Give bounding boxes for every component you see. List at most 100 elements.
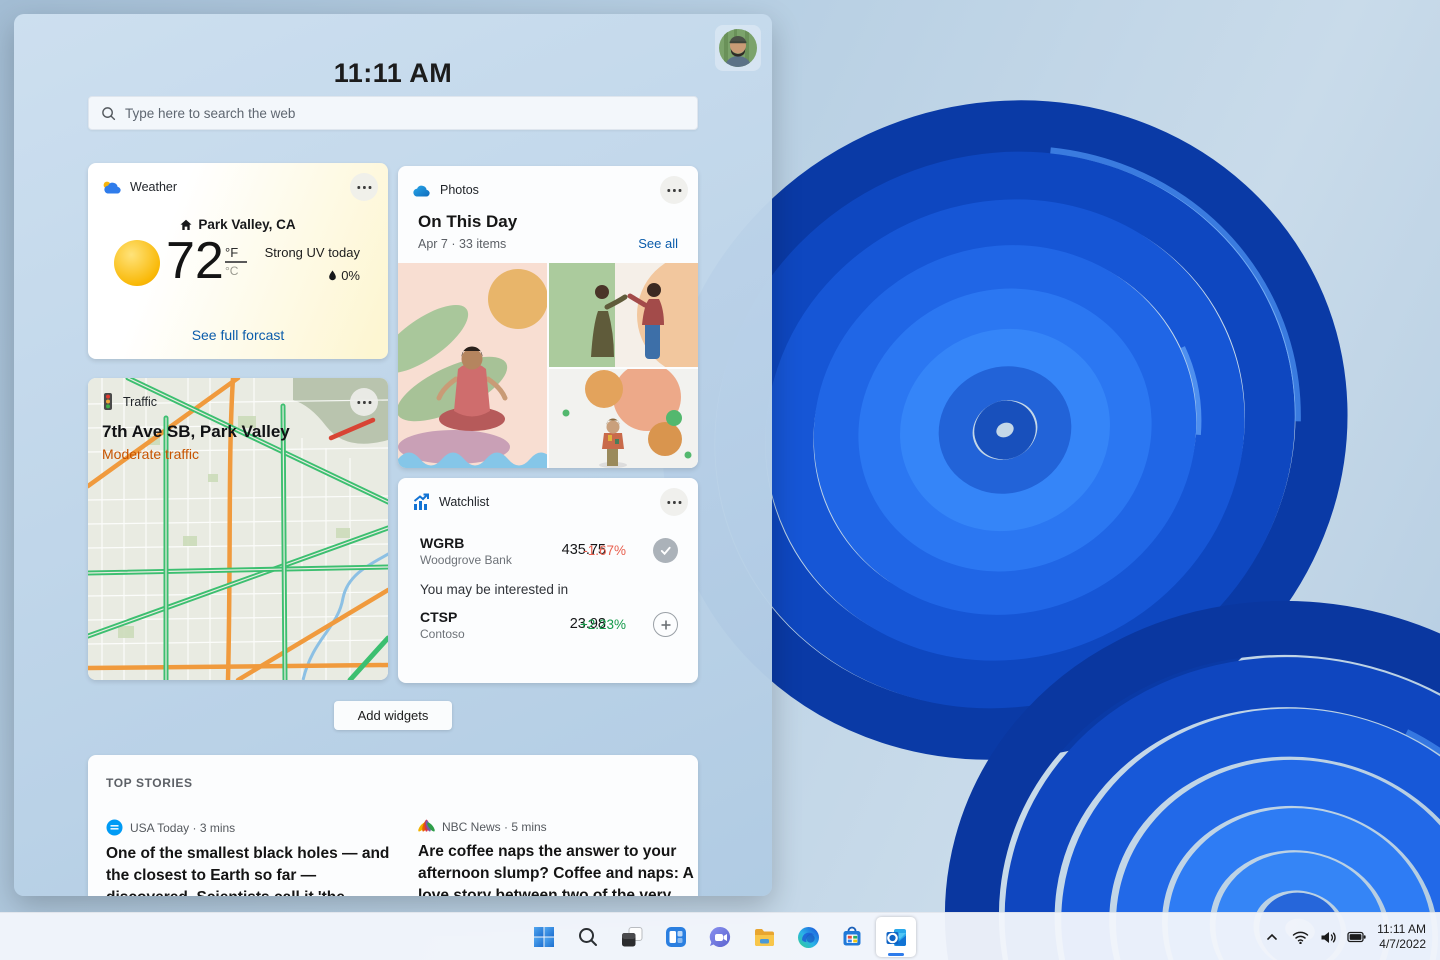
web-search-bar[interactable] [88, 96, 698, 130]
start-button[interactable] [524, 917, 564, 957]
weather-title: Weather [130, 180, 177, 194]
watchlist-added-button[interactable] [653, 538, 678, 563]
more-options-icon [356, 401, 372, 404]
task-view-button[interactable] [612, 917, 652, 957]
photos-grid[interactable] [398, 263, 698, 468]
desktop: 11:11 AM [0, 0, 1440, 960]
photos-subtitle: Apr 7 · 33 items [418, 237, 506, 251]
stock-company: Contoso [420, 627, 465, 641]
nbc-news-logo-icon [418, 819, 435, 834]
avatar [719, 29, 757, 67]
news-source-line: NBC News · 5 mins [442, 820, 547, 834]
news-story[interactable]: NBC News · 5 mins Are coffee naps the an… [418, 819, 698, 896]
tray-chevron-up-icon[interactable] [1259, 917, 1285, 957]
traffic-heading: 7th Ave SB, Park Valley [102, 422, 290, 442]
traffic-title: Traffic [123, 395, 157, 409]
file-explorer-button[interactable] [744, 917, 784, 957]
usa-today-logo-icon [106, 819, 123, 836]
temperature-unit-toggle: °F °C [225, 245, 247, 278]
traffic-more-button[interactable] [350, 388, 378, 416]
check-icon [659, 544, 672, 557]
unit-celsius[interactable]: °C [225, 263, 247, 278]
search-icon [577, 926, 599, 948]
system-tray: 11:11 AM 4/7/2022 [1259, 913, 1434, 960]
store-icon [840, 925, 864, 949]
photos-title: Photos [440, 183, 479, 197]
stock-change: +2.23% [580, 617, 626, 632]
stock-change: -1.67% [583, 543, 626, 558]
microsoft-store-button[interactable] [832, 917, 872, 957]
weather-more-button[interactable] [350, 173, 378, 201]
stock-ticker: WGRB [420, 535, 464, 551]
top-stories-card: TOP STORIES USA Today · 3 mins One of th… [88, 755, 698, 896]
volume-icon[interactable] [1315, 917, 1341, 957]
battery-icon[interactable] [1343, 917, 1369, 957]
widgets-panel: 11:11 AM [14, 14, 772, 896]
photo-thumbnail-circles[interactable] [549, 369, 698, 468]
droplet-icon [328, 270, 337, 281]
watchlist-chart-icon [412, 493, 430, 511]
watchlist-more-button[interactable] [660, 488, 688, 516]
chat-icon [708, 925, 733, 950]
watchlist-title: Watchlist [439, 495, 489, 509]
weather-cloud-icon [102, 180, 121, 194]
photos-cloud-icon [412, 184, 431, 197]
weather-temperature: 72 [166, 231, 224, 291]
teams-chat-button[interactable] [700, 917, 740, 957]
traffic-widget[interactable]: Traffic 7th Ave SB, Park Valley Moderate… [88, 378, 388, 680]
wifi-icon[interactable] [1287, 917, 1313, 957]
weather-precipitation: 0% [341, 268, 360, 283]
photos-widget[interactable]: Photos On This Day Apr 7 · 33 items See … [398, 166, 698, 468]
news-headline: Are coffee naps the answer to your after… [418, 841, 698, 896]
more-options-icon [666, 189, 682, 192]
unit-fahrenheit[interactable]: °F [225, 245, 247, 263]
taskbar-time: 11:11 AM [1377, 922, 1426, 937]
plus-icon [660, 619, 672, 631]
photo-thumbnail-highfive[interactable] [549, 263, 698, 367]
weather-condition: Strong UV today [265, 245, 360, 260]
photos-more-button[interactable] [660, 176, 688, 204]
photo-thumbnail-yoga[interactable] [398, 263, 547, 468]
add-widgets-button[interactable]: Add widgets [334, 701, 452, 730]
news-story[interactable]: USA Today · 3 mins One of the smallest b… [106, 819, 398, 896]
home-icon [180, 219, 192, 231]
photos-heading: On This Day [418, 212, 517, 232]
photos-see-all-link[interactable]: See all [638, 236, 678, 251]
edge-icon [796, 925, 821, 950]
more-options-icon [356, 186, 372, 189]
watchlist-widget[interactable]: Watchlist WGRB Woodgrove Bank 435.75 -1.… [398, 478, 698, 683]
widgets-icon [664, 925, 688, 949]
avatar-photo-icon [719, 29, 757, 67]
see-full-forecast-link[interactable]: See full forcast [88, 327, 388, 343]
traffic-light-icon [102, 393, 114, 411]
stock-company: Woodgrove Bank [420, 553, 512, 567]
task-view-icon [620, 925, 644, 949]
news-headline: One of the smallest black holes — and th… [106, 843, 398, 896]
outlook-button[interactable] [876, 917, 916, 957]
more-options-icon [666, 501, 682, 504]
weather-widget[interactable]: Weather Park Valley, CA 72 °F °C Strong … [88, 163, 388, 359]
edge-browser-button[interactable] [788, 917, 828, 957]
taskbar-app-icons [524, 917, 916, 957]
weather-location: Park Valley, CA [198, 217, 295, 232]
windows-start-icon [532, 925, 556, 949]
sun-icon [114, 240, 160, 286]
watchlist-add-button[interactable] [653, 612, 678, 637]
taskbar: 11:11 AM 4/7/2022 [0, 912, 1440, 960]
search-icon [101, 106, 116, 121]
watchlist-suggestion-label: You may be interested in [420, 582, 568, 597]
profile-avatar-button[interactable] [715, 25, 761, 71]
traffic-status: Moderate traffic [102, 446, 199, 462]
taskbar-search-button[interactable] [568, 917, 608, 957]
top-stories-heading: TOP STORIES [106, 776, 193, 790]
taskbar-date: 4/7/2022 [1377, 937, 1426, 952]
stock-ticker: CTSP [420, 609, 457, 625]
panel-clock: 11:11 AM [14, 58, 772, 89]
folder-icon [752, 925, 777, 950]
news-source-line: USA Today · 3 mins [130, 821, 235, 835]
search-input[interactable] [125, 106, 685, 121]
taskbar-clock[interactable]: 11:11 AM 4/7/2022 [1371, 922, 1434, 952]
watchlist-row-ctsp[interactable]: CTSP Contoso 23.98 +2.23% [420, 609, 684, 647]
watchlist-row-wgrb[interactable]: WGRB Woodgrove Bank 435.75 -1.67% [420, 535, 684, 573]
widgets-button[interactable] [656, 917, 696, 957]
